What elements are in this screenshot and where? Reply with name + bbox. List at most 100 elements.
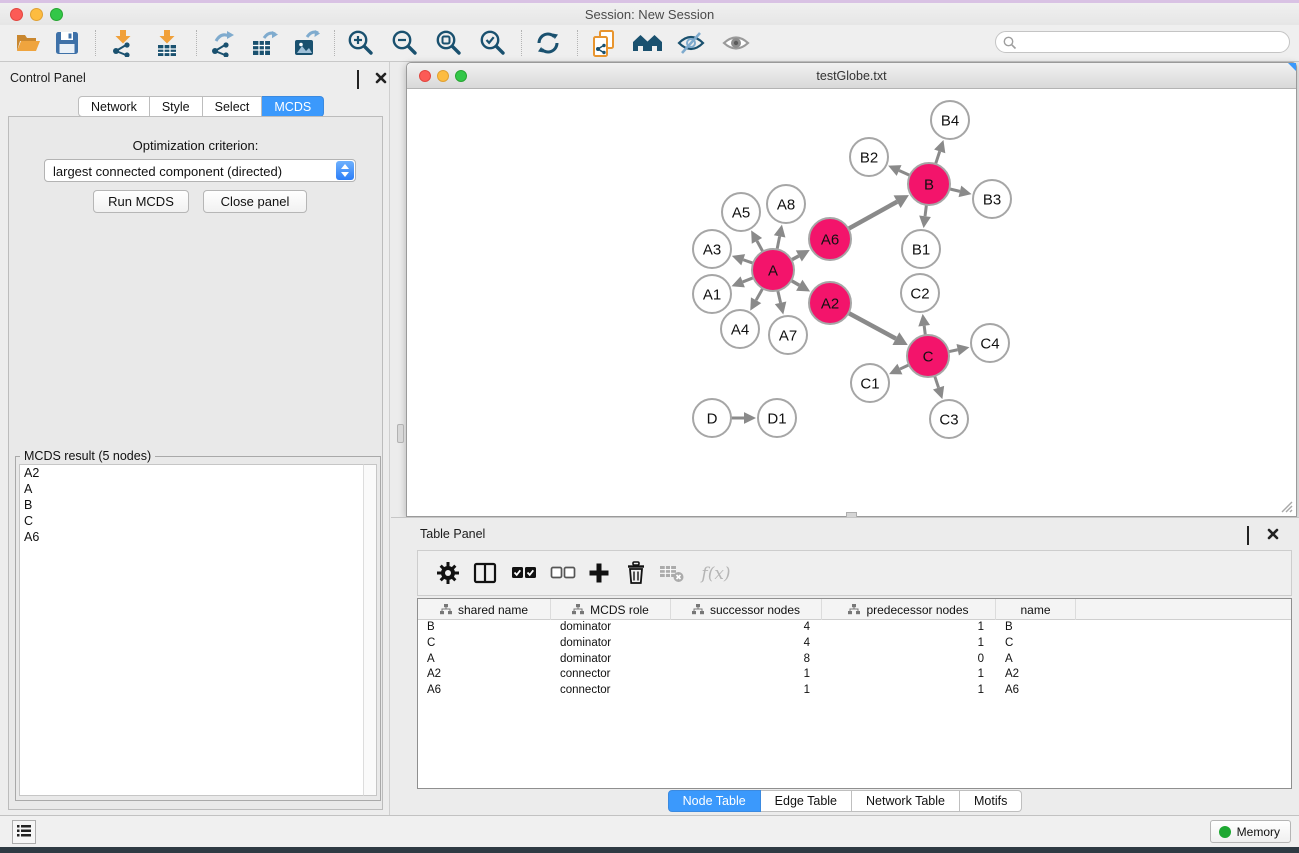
column-header-shared-name[interactable]: shared name <box>418 599 551 620</box>
tab-network-table[interactable]: Network Table <box>852 790 960 812</box>
float-panel-icon[interactable] <box>357 71 371 84</box>
tab-motifs[interactable]: Motifs <box>960 790 1022 812</box>
table-row[interactable]: A6connector11A6 <box>418 683 1291 699</box>
hide-graphics-button[interactable] <box>676 29 706 59</box>
resize-grip-icon[interactable] <box>1280 500 1293 513</box>
graph-edge-A2-C[interactable] <box>848 313 895 339</box>
graph-node-label: A8 <box>777 196 795 213</box>
result-item[interactable]: C <box>20 513 363 529</box>
toolbar-separator <box>334 30 335 56</box>
result-item[interactable]: A2 <box>20 465 363 481</box>
gear-icon <box>436 561 460 585</box>
column-type-icon <box>848 604 860 615</box>
graph-edge-A-A2[interactable] <box>791 281 799 286</box>
edge-arrowhead <box>919 216 931 229</box>
tab-style[interactable]: Style <box>150 96 203 117</box>
column-header-MCDS-role[interactable]: MCDS role <box>551 599 671 620</box>
home-view-button[interactable] <box>632 29 662 59</box>
memory-button[interactable]: Memory <box>1210 820 1291 843</box>
zoom-out-button[interactable] <box>390 29 420 59</box>
split-table-button[interactable] <box>471 561 499 587</box>
show-all-columns-button[interactable] <box>510 561 538 587</box>
checked-boxes-icon <box>511 566 537 580</box>
zoom-fit-button[interactable] <box>434 29 464 59</box>
import-network-button[interactable] <box>108 29 138 59</box>
show-graphics-button[interactable] <box>721 29 751 59</box>
export-network-button[interactable] <box>207 29 237 59</box>
table-settings-button[interactable] <box>434 561 462 587</box>
open-session-button[interactable] <box>13 29 43 59</box>
graph-edge-A-A8[interactable] <box>777 236 780 249</box>
graph-edge-A-A1[interactable] <box>743 278 754 282</box>
zoom-in-button[interactable] <box>346 29 376 59</box>
table-cell: 1 <box>822 636 996 652</box>
result-item[interactable]: A <box>20 481 363 497</box>
graph-node-label: C3 <box>939 411 958 428</box>
panel-splitter-handle[interactable] <box>397 424 404 443</box>
hide-all-columns-button[interactable] <box>549 561 577 587</box>
table-row[interactable]: A2connector11A2 <box>418 667 1291 683</box>
refresh-icon <box>534 29 562 57</box>
tab-node-table[interactable]: Node Table <box>668 790 761 812</box>
graph-edge-A-A3[interactable] <box>743 260 753 263</box>
close-table-panel-icon[interactable] <box>1267 527 1281 540</box>
graph-edge-C-C3[interactable] <box>935 376 939 388</box>
graph-edge-A6-B[interactable] <box>848 202 897 229</box>
table-cell: A <box>418 652 551 668</box>
table-cell: connector <box>551 683 671 699</box>
close-panel-icon[interactable] <box>375 71 389 84</box>
graph-node-label: B1 <box>912 241 930 258</box>
graph-edge-C-C4[interactable] <box>949 350 958 352</box>
graph-edge-A-A6[interactable] <box>791 256 798 260</box>
app-window: Session: New Session <box>0 0 1299 853</box>
refresh-button[interactable] <box>533 29 563 59</box>
column-header-name[interactable]: name <box>996 599 1076 620</box>
control-panel-tabs: NetworkStyleSelectMCDS <box>78 96 324 117</box>
result-item[interactable]: A6 <box>20 529 363 545</box>
search-input[interactable] <box>1022 33 1282 51</box>
table-row[interactable]: Adominator80A <box>418 652 1291 668</box>
graph-edge-C-C2[interactable] <box>924 326 925 335</box>
close-panel-button[interactable]: Close panel <box>203 190 307 213</box>
float-table-panel-icon[interactable] <box>1247 527 1261 540</box>
graph-edge-A-A7[interactable] <box>778 290 781 302</box>
tab-mcds[interactable]: MCDS <box>262 96 324 117</box>
table-row[interactable]: Bdominator41B <box>418 620 1291 636</box>
result-item[interactable]: B <box>20 497 363 513</box>
edge-arrowhead <box>956 344 969 356</box>
tab-select[interactable]: Select <box>203 96 263 117</box>
save-session-button[interactable] <box>52 29 82 59</box>
create-column-button[interactable] <box>585 561 613 587</box>
column-header-label: predecessor nodes <box>866 603 968 617</box>
optimization-criterion-select[interactable]: largest connected component (directed) <box>44 159 356 182</box>
graph-node-label: A2 <box>821 295 839 312</box>
column-header-predecessor-nodes[interactable]: predecessor nodes <box>822 599 996 620</box>
run-mcds-button[interactable]: Run MCDS <box>93 190 189 213</box>
table-cell: A6 <box>418 683 551 699</box>
graph-edge-B-B1[interactable] <box>925 205 926 216</box>
tab-edge-table[interactable]: Edge Table <box>761 790 852 812</box>
function-builder-button[interactable]: f(x) <box>696 561 736 587</box>
graph-edge-B-B2[interactable] <box>899 171 910 176</box>
table-cell: dominator <box>551 652 671 668</box>
import-table-button[interactable] <box>152 29 182 59</box>
table-toolbar: f(x) <box>417 550 1292 596</box>
task-history-button[interactable] <box>12 820 36 844</box>
graph-edge-B-B4[interactable] <box>936 151 940 164</box>
network-graph[interactable]: B4B2BB3A8A5A6A3B1AA1C2A2A4A7C4CC1C3DD1 <box>407 89 1296 516</box>
table-body: Bdominator41BCdominator41CAdominator80AA… <box>418 620 1291 699</box>
zoom-selected-button[interactable] <box>478 29 508 59</box>
clone-network-button[interactable] <box>590 29 620 59</box>
graph-edge-A-A4[interactable] <box>756 288 763 300</box>
graph-edge-B-B3[interactable] <box>949 189 959 191</box>
export-image-button[interactable] <box>291 29 321 59</box>
column-header-successor-nodes[interactable]: successor nodes <box>671 599 822 620</box>
delete-table-button[interactable] <box>658 561 686 587</box>
result-list-scrollbar[interactable] <box>363 464 377 796</box>
table-row[interactable]: Cdominator41C <box>418 636 1291 652</box>
graph-edge-C-C1[interactable] <box>900 365 909 369</box>
export-table-button[interactable] <box>249 29 279 59</box>
graph-edge-A-A5[interactable] <box>757 241 763 252</box>
tab-network[interactable]: Network <box>78 96 150 117</box>
delete-column-button[interactable] <box>622 561 650 587</box>
